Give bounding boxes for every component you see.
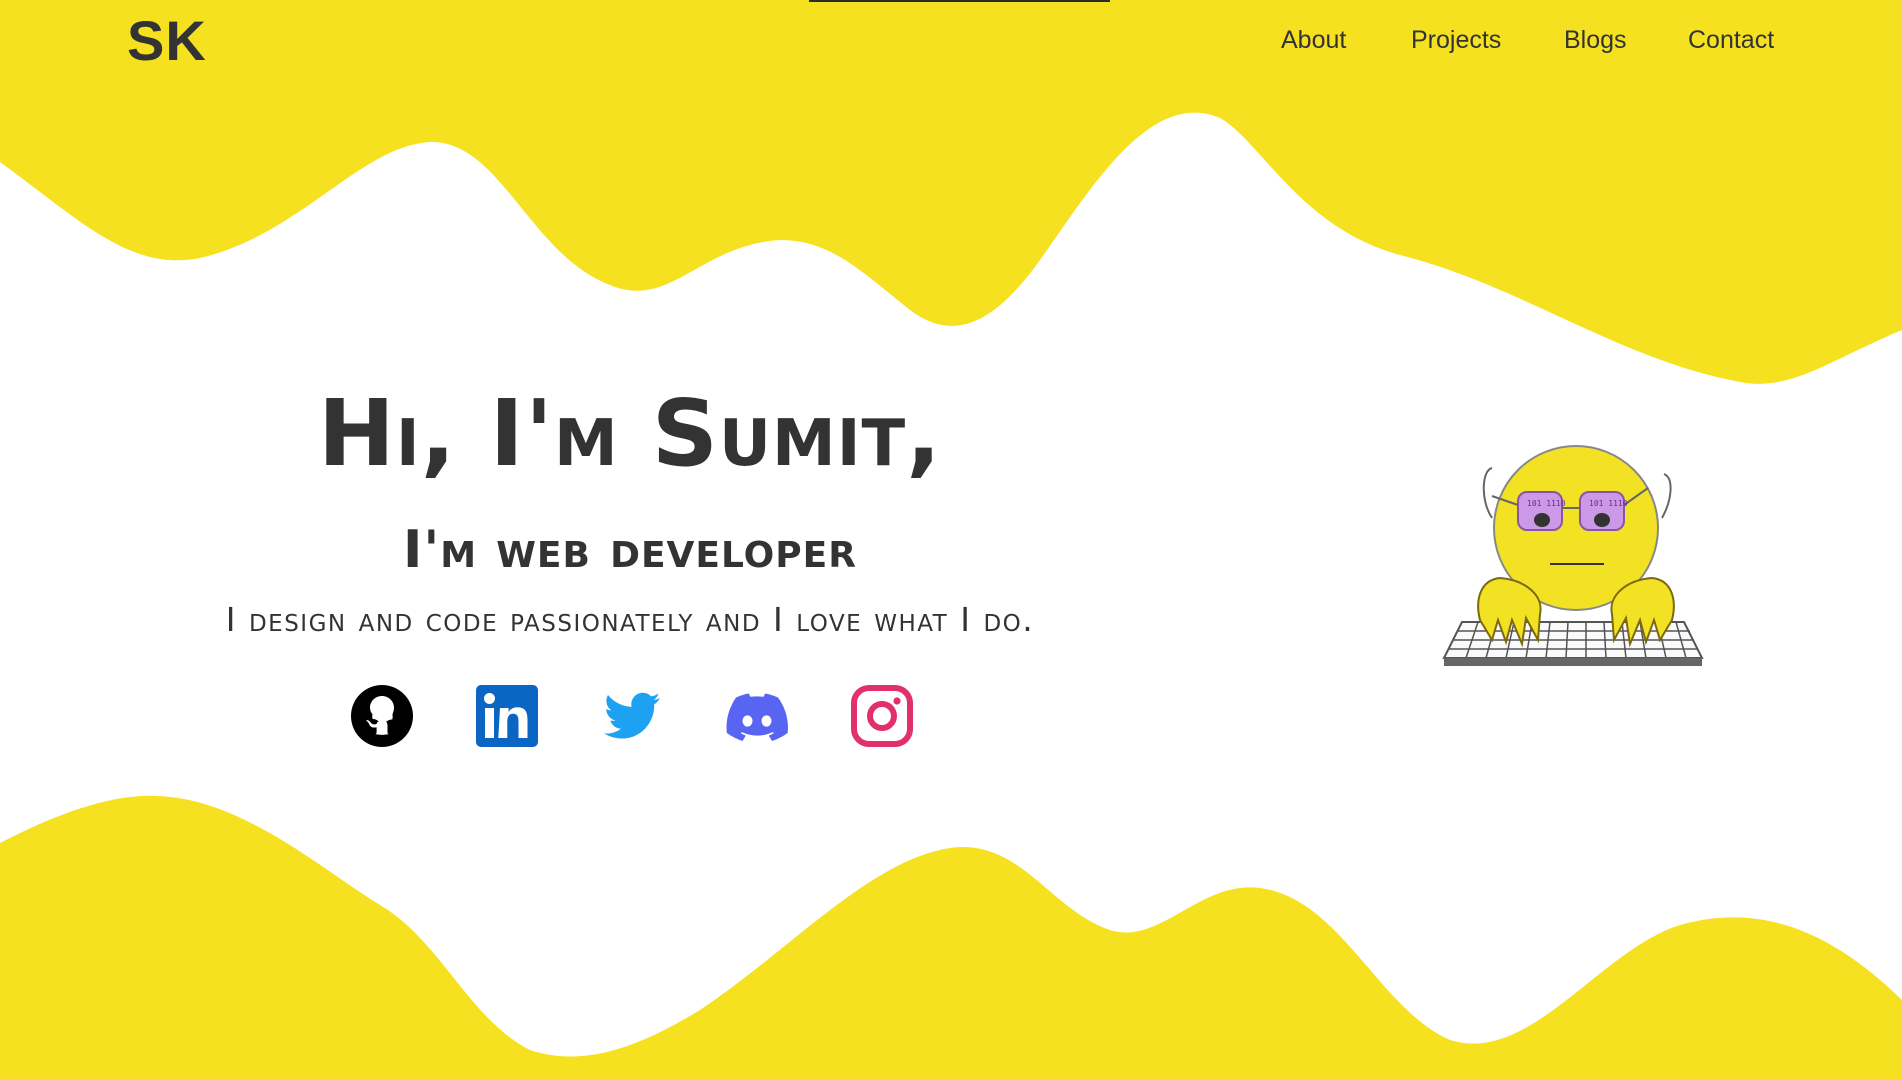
- glasses-glyphs-right: 101 1110: [1589, 499, 1628, 508]
- social-links: [0, 684, 1902, 750]
- github-icon: [351, 685, 413, 747]
- discord-link[interactable]: [725, 684, 789, 748]
- twitter-link[interactable]: [600, 684, 664, 748]
- hero-headline: Hi, I'm Sumit,: [317, 380, 943, 487]
- coder-emoji-illustration: 101 1110 101 1110: [1442, 445, 1704, 666]
- instagram-link[interactable]: [850, 684, 914, 748]
- instagram-icon: [851, 685, 913, 747]
- twitter-icon: [604, 692, 660, 739]
- discord-icon: [726, 693, 788, 741]
- linkedin-link[interactable]: [475, 684, 539, 748]
- hero-subheadline: I'm web developer: [403, 520, 857, 580]
- linkedin-icon: [476, 685, 538, 747]
- github-link[interactable]: [350, 684, 414, 748]
- top-scroll-indicator: [809, 0, 1110, 2]
- glasses-glyphs-left: 101 1110: [1527, 499, 1566, 508]
- hero-tagline: I design and code passionately and I lov…: [225, 600, 1035, 639]
